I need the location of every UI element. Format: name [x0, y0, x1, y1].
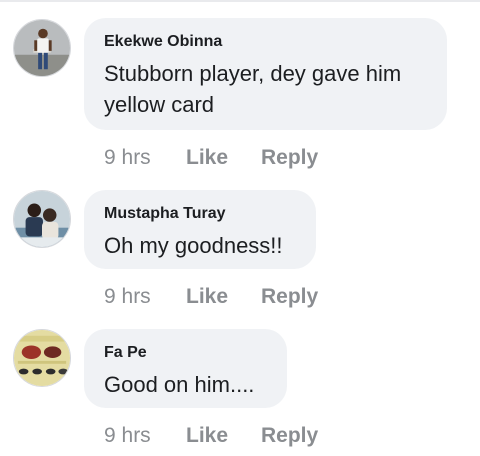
comment-actions: 9 hrs Like Reply [104, 146, 318, 170]
reply-button[interactable]: Reply [261, 424, 318, 448]
comment-text: Oh my goodness!! [104, 233, 283, 258]
comment-timestamp[interactable]: 9 hrs [104, 285, 186, 309]
comment-bubble: Fa Pe Good on him.... [84, 329, 287, 408]
like-button[interactable]: Like [186, 424, 261, 448]
comment-bubble: Mustapha Turay Oh my goodness!! [84, 190, 316, 269]
reply-button[interactable]: Reply [261, 146, 318, 170]
reply-button[interactable]: Reply [261, 285, 318, 309]
avatar-photo [14, 20, 70, 76]
avatar[interactable] [13, 190, 71, 248]
avatar[interactable] [13, 19, 71, 77]
comment-author[interactable]: Fa Pe [104, 343, 267, 363]
like-button[interactable]: Like [186, 146, 261, 170]
comment-timestamp[interactable]: 9 hrs [104, 424, 186, 448]
comment-text: Stubborn player, dey gave him yellow car… [104, 61, 402, 117]
avatar-photo [14, 191, 70, 247]
top-divider [0, 0, 480, 2]
avatar-photo [14, 330, 70, 386]
comment-timestamp[interactable]: 9 hrs [104, 146, 186, 170]
comment-text: Good on him.... [104, 372, 255, 397]
comment-bubble: Ekekwe Obinna Stubborn player, dey gave … [84, 18, 447, 130]
comment-actions: 9 hrs Like Reply [104, 285, 318, 309]
avatar[interactable] [13, 329, 71, 387]
comment-author[interactable]: Ekekwe Obinna [104, 32, 427, 52]
like-button[interactable]: Like [186, 285, 261, 309]
comment-actions: 9 hrs Like Reply [104, 424, 318, 448]
comment-author[interactable]: Mustapha Turay [104, 204, 296, 224]
